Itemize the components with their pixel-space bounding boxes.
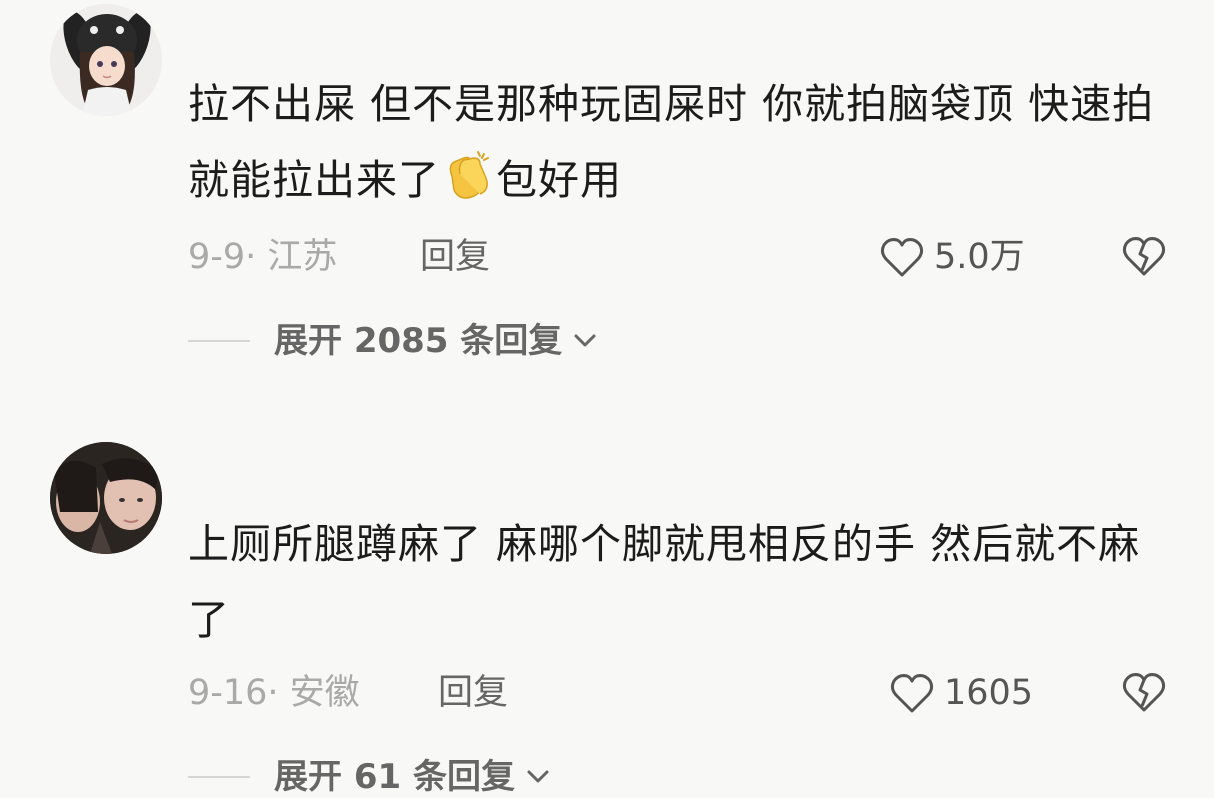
- comment-list: 拉不出屎 但不是那种玩固屎时 你就拍脑袋顶 快速拍就能拉出来了 包好用 9-9·…: [0, 0, 1214, 798]
- expand-replies-label: 展开 61 条回复: [274, 757, 515, 797]
- comment-text: 拉不出屎 但不是那种玩固屎时 你就拍脑袋顶 快速拍就能拉出来了 包好用: [188, 66, 1178, 218]
- comment-item: 上厕所腿蹲麻了 麻哪个脚就甩相反的手 然后就不麻了 9-16· 安徽 回复 16…: [0, 400, 1214, 798]
- like-count: 1605: [944, 673, 1034, 713]
- broken-heart-icon: [1122, 673, 1166, 712]
- divider: [188, 776, 250, 778]
- comment-text: 上厕所腿蹲麻了 麻哪个脚就甩相反的手 然后就不麻了: [188, 506, 1178, 658]
- reply-button[interactable]: 回复: [438, 668, 508, 718]
- avatar[interactable]: [50, 442, 162, 554]
- comment-item: 拉不出屎 但不是那种玩固屎时 你就拍脑袋顶 快速拍就能拉出来了 包好用 9-9·…: [0, 0, 1214, 400]
- like-button[interactable]: 5.0万: [878, 232, 1025, 282]
- heart-icon: [890, 674, 934, 713]
- reply-button[interactable]: 回复: [420, 232, 490, 282]
- expand-replies-label: 展开 2085 条回复: [274, 321, 563, 361]
- comment-text-part1: 拉不出屎 但不是那种玩固屎时 你就拍脑袋顶 快速拍就能拉出来了: [188, 80, 1155, 204]
- avatar[interactable]: [50, 4, 162, 116]
- dislike-button[interactable]: [1120, 234, 1168, 282]
- comment-meta: 9-16· 安徽 回复 1605: [188, 668, 1168, 718]
- date-location: 9-16· 安徽: [188, 673, 360, 713]
- expand-replies-row: 展开 61 条回复: [188, 752, 551, 798]
- chevron-down-icon: [574, 334, 596, 347]
- expand-replies-row: 展开 2085 条回复: [188, 316, 598, 366]
- heart-icon: [880, 238, 924, 277]
- comment-text-part2: 包好用: [496, 156, 622, 204]
- comment-meta: 9-9· 江苏 回复 5.0万: [188, 232, 1168, 282]
- clapping-hands-icon: [440, 146, 496, 202]
- like-button[interactable]: 1605: [888, 668, 1033, 718]
- dislike-button[interactable]: [1120, 670, 1168, 718]
- chevron-down-icon: [527, 770, 549, 783]
- comment-text-part1: 上厕所腿蹲麻了 麻哪个脚就甩相反的手 然后就不麻了: [188, 520, 1141, 644]
- divider: [188, 340, 250, 342]
- broken-heart-icon: [1122, 237, 1166, 276]
- expand-replies-button[interactable]: 展开 2085 条回复: [274, 316, 598, 366]
- date-location: 9-9· 江苏: [188, 237, 338, 277]
- like-count: 5.0万: [934, 237, 1025, 277]
- expand-replies-button[interactable]: 展开 61 条回复: [274, 752, 551, 798]
